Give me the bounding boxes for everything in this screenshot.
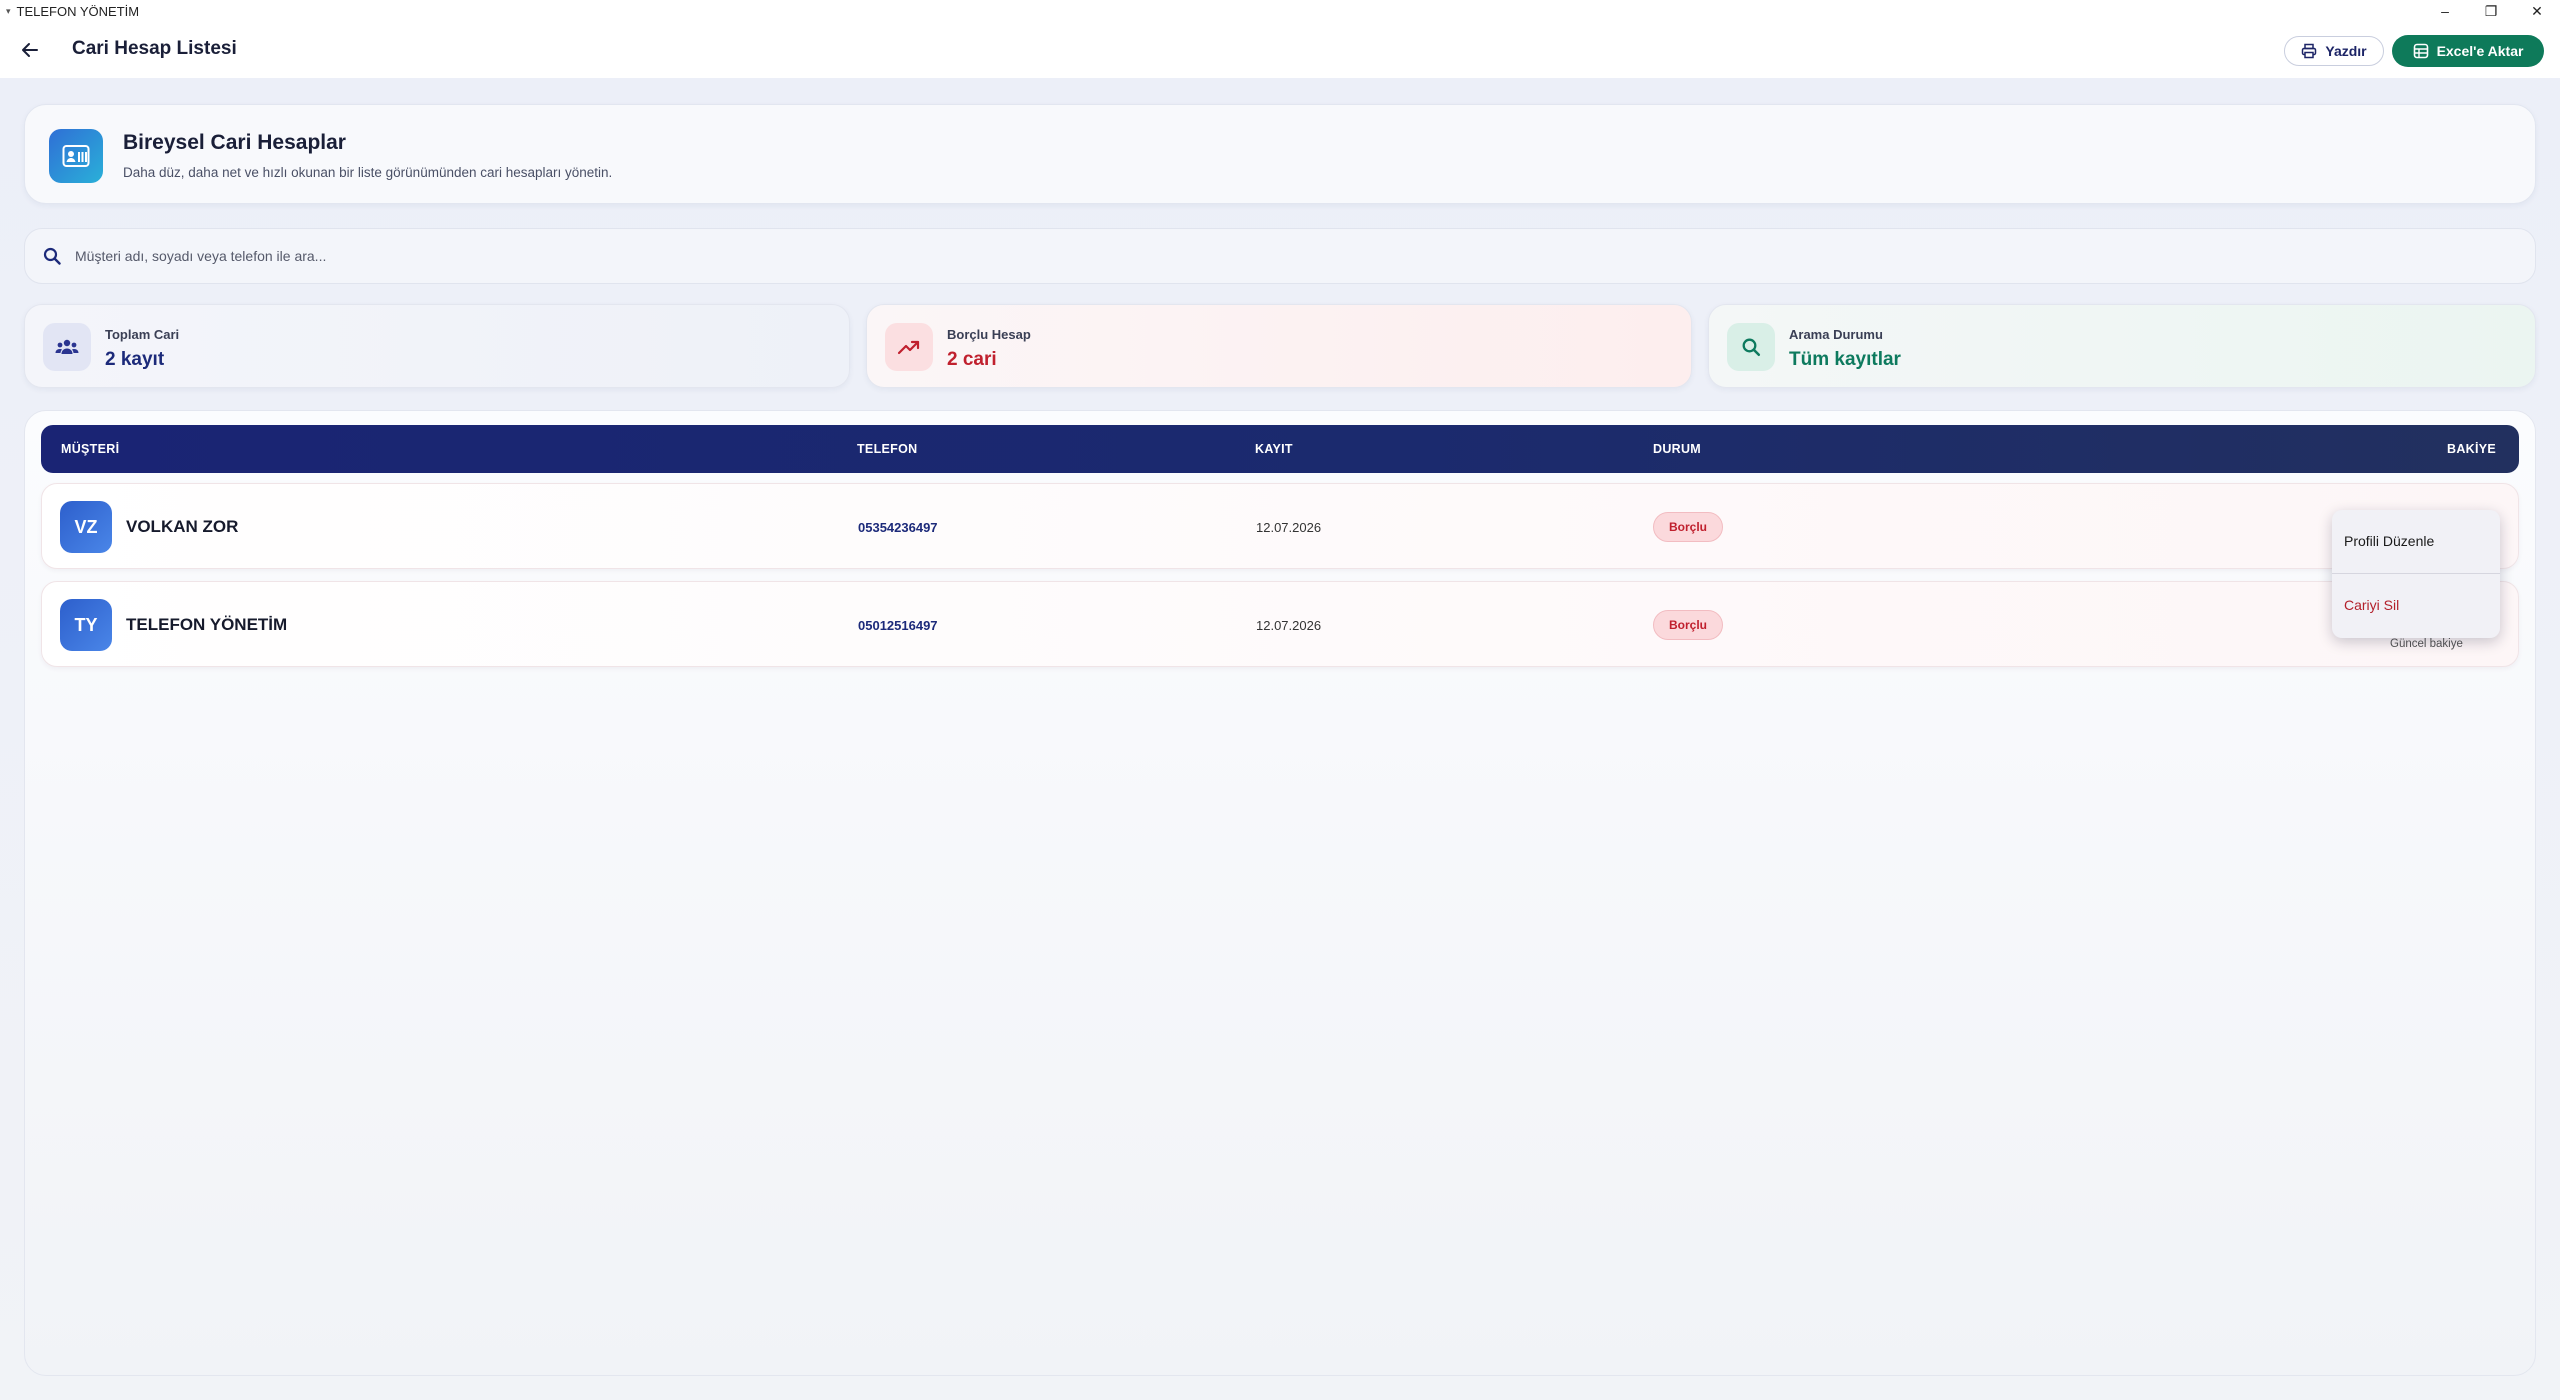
printer-icon: [2302, 43, 2317, 59]
contact-card-icon: [49, 129, 103, 183]
window-title: TELEFON YÖNETİM: [16, 3, 140, 19]
header-card: Bireysel Cari Hesaplar Daha düz, daha ne…: [24, 104, 2536, 204]
stat-card-search-status: Arama Durumu Tüm kayıtlar: [1708, 304, 2536, 388]
stat-value: 2 kayıt: [105, 349, 165, 370]
customer-phone: 05354236497: [858, 520, 938, 535]
customer-name: TELEFON YÖNETİM: [126, 615, 288, 634]
stat-card-total: Toplam Cari 2 kayıt: [24, 304, 850, 388]
page-title: Cari Hesap Listesi: [72, 38, 237, 59]
export-excel-label: Excel'e Aktar: [2436, 43, 2524, 59]
avatar: TY: [60, 599, 112, 651]
customer-name: VOLKAN ZOR: [126, 517, 239, 536]
search-bar: [24, 228, 2536, 284]
search-icon: [1727, 323, 1775, 371]
users-icon: [43, 323, 91, 371]
stat-value: 2 cari: [947, 349, 997, 370]
table-row[interactable]: VZ VOLKAN ZOR 05354236497 12.07.2026 Bor…: [41, 483, 2519, 569]
app-menu-icon[interactable]: ▾: [6, 6, 11, 17]
app-bar: Cari Hesap Listesi Yazdır Excel'e Aktar: [0, 22, 2560, 78]
section-title: Bireysel Cari Hesaplar: [123, 131, 346, 154]
column-header-registration[interactable]: KAYIT: [1255, 442, 1293, 456]
search-icon: [41, 245, 63, 267]
print-button-label: Yazdır: [2325, 43, 2367, 59]
close-button[interactable]: ✕: [2514, 0, 2560, 22]
export-excel-button[interactable]: Excel'e Aktar: [2392, 35, 2544, 67]
back-button[interactable]: [14, 34, 46, 66]
registration-date: 12.07.2026: [1256, 520, 1322, 535]
row-context-menu: Profili Düzenle Cariyi Sil: [2332, 510, 2500, 638]
window-controls: – ❐ ✕: [2422, 0, 2560, 22]
table-header: MÜŞTERİ TELEFON KAYIT DURUM BAKİYE: [41, 425, 2519, 473]
table-row[interactable]: TY TELEFON YÖNETİM 05012516497 12.07.202…: [41, 581, 2519, 667]
avatar: VZ: [60, 501, 112, 553]
status-badge: Borçlu: [1653, 610, 1723, 640]
stat-value: Tüm kayıtlar: [1789, 349, 1901, 370]
column-header-phone[interactable]: TELEFON: [857, 442, 917, 456]
column-header-status[interactable]: DURUM: [1653, 442, 1701, 456]
minimize-button[interactable]: –: [2422, 0, 2468, 22]
registration-date: 12.07.2026: [1256, 618, 1322, 633]
search-input[interactable]: [75, 236, 2535, 276]
accounts-table: MÜŞTERİ TELEFON KAYIT DURUM BAKİYE VZ VO…: [24, 410, 2536, 1376]
column-header-balance[interactable]: BAKİYE: [2447, 442, 2496, 456]
arrow-left-icon: [22, 43, 38, 57]
spreadsheet-icon: [2413, 43, 2428, 59]
trending-up-icon: [885, 323, 933, 371]
balance-caption: Güncel bakiye: [2390, 638, 2463, 650]
restore-button[interactable]: ❐: [2468, 0, 2514, 22]
window-titlebar: ▾ TELEFON YÖNETİM – ❐ ✕: [0, 0, 2560, 22]
status-badge: Borçlu: [1653, 512, 1723, 542]
menu-item-delete-account[interactable]: Cariyi Sil: [2332, 574, 2500, 636]
menu-item-edit-profile[interactable]: Profili Düzenle: [2332, 510, 2500, 572]
stat-label: Arama Durumu: [1789, 327, 1883, 342]
stat-label: Toplam Cari: [105, 327, 180, 342]
customer-phone: 05012516497: [858, 618, 938, 633]
stat-label: Borçlu Hesap: [947, 327, 1031, 342]
section-subtitle: Daha düz, daha net ve hızlı okunan bir l…: [123, 165, 613, 180]
column-header-customer[interactable]: MÜŞTERİ: [61, 442, 119, 456]
stat-card-debtor: Borçlu Hesap 2 cari: [866, 304, 1692, 388]
print-button[interactable]: Yazdır: [2284, 36, 2384, 66]
main-content: Bireysel Cari Hesaplar Daha düz, daha ne…: [0, 78, 2560, 1400]
